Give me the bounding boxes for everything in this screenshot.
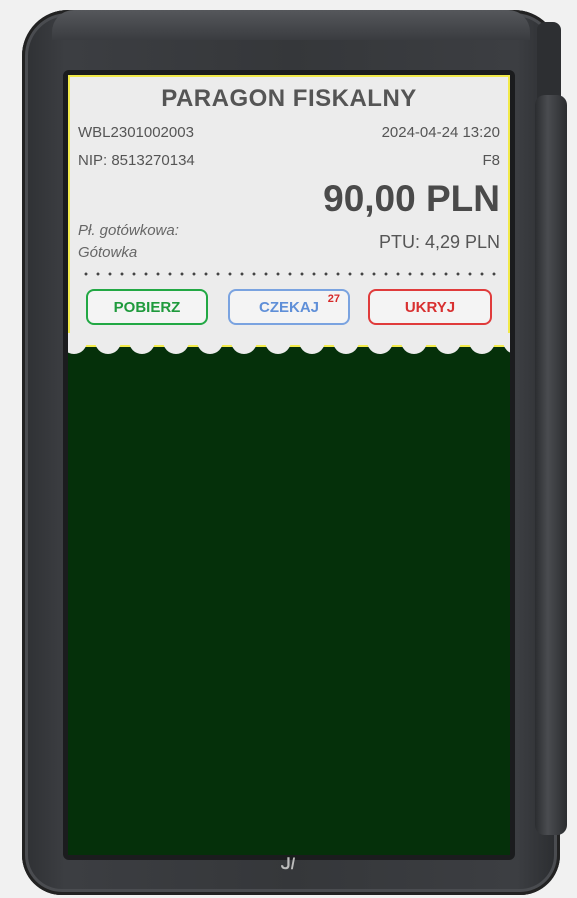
wait-button-label: CZEKAJ	[258, 298, 319, 316]
receipt-code: F8	[482, 152, 500, 169]
receipt-torn-edge	[68, 333, 510, 354]
receipt-amount: 90,00 PLN	[323, 178, 500, 219]
tear-scallop	[367, 333, 393, 354]
perforation-divider	[80, 271, 500, 277]
receipt-title: PARAGON FISKALNY	[161, 85, 417, 112]
tear-scallop	[503, 333, 510, 353]
hide-button-label: UKRYJ	[404, 298, 456, 316]
payment-method-label: Pł. gotówkowa:	[78, 222, 179, 239]
receipt-card: PARAGON FISKALNY WBL2301002003 2024-04-2…	[68, 75, 510, 347]
tear-scallop	[95, 333, 121, 354]
tear-scallop	[129, 333, 155, 354]
tear-scallop	[231, 333, 257, 354]
tear-scallop	[197, 333, 223, 354]
tear-scallop	[265, 333, 291, 354]
side-grip	[535, 95, 567, 835]
tear-scallop	[435, 333, 461, 354]
payment-method-value: Gótowka	[78, 244, 138, 261]
terminal-screen: PARAGON FISKALNY WBL2301002003 2024-04-2…	[68, 75, 510, 855]
tear-scallop	[68, 333, 87, 354]
tear-scallop	[401, 333, 427, 354]
receipt-id: WBL2301002003	[78, 124, 194, 141]
collect-button[interactable]: POBIERZ	[86, 289, 208, 325]
hide-button[interactable]: UKRYJ	[368, 289, 492, 325]
tear-scallop	[469, 333, 495, 354]
wait-count-badge: 27	[327, 293, 340, 305]
receipt-nip: NIP: 8513270134	[78, 152, 195, 169]
side-grip-top	[537, 22, 561, 102]
wait-button[interactable]: CZEKAJ 27	[228, 289, 350, 325]
brand-logo: ᒍ/	[280, 856, 296, 873]
tear-scallop	[299, 333, 325, 354]
tear-scallop	[333, 333, 359, 354]
device-top-edge	[52, 10, 530, 40]
vat-amount: PTU: 4,29 PLN	[378, 232, 500, 252]
tear-scallop	[163, 333, 189, 354]
receipt-datetime: 2024-04-24 13:20	[381, 124, 500, 141]
collect-button-label: POBIERZ	[113, 298, 181, 316]
